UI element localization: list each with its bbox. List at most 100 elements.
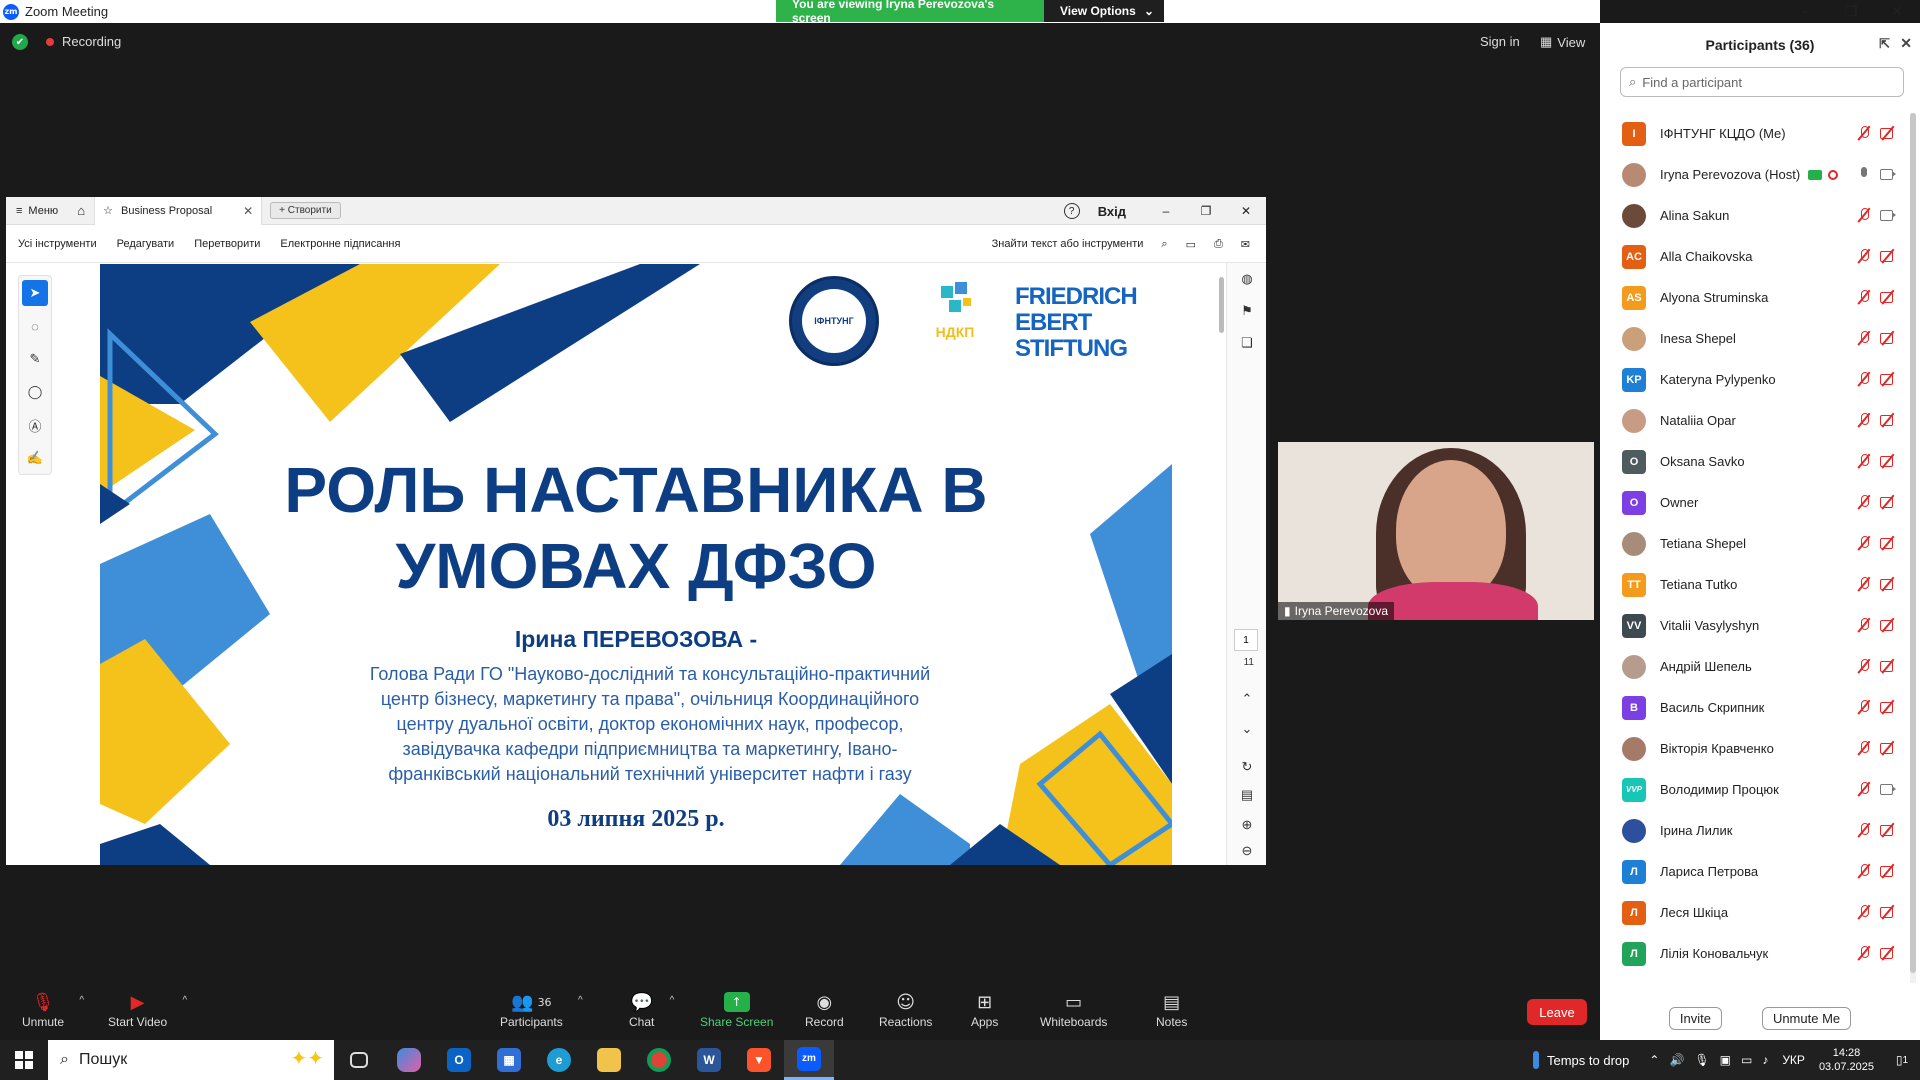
e-sign-menu[interactable]: Електронне підписання <box>268 238 400 250</box>
task-view-icon[interactable] <box>334 1040 384 1080</box>
help-icon[interactable]: ? <box>1063 203 1080 219</box>
maximize-icon[interactable]: ❐ <box>1828 0 1874 23</box>
pop-out-icon[interactable]: ⇱ <box>1879 36 1890 52</box>
save-icon[interactable]: ▭ <box>1186 238 1196 251</box>
select-cursor-icon[interactable]: ➤ <box>22 280 48 306</box>
participant-row[interactable]: KP Kateryna Pylypenko <box>1600 359 1910 400</box>
mail-icon[interactable]: ✉ <box>1241 238 1250 251</box>
text-box-icon[interactable]: Ⓐ <box>22 412 48 438</box>
edge-icon[interactable]: e <box>534 1040 584 1080</box>
pdf-menu-button[interactable]: ≡ Меню <box>6 205 68 217</box>
unmute-caret-icon[interactable]: ^ <box>79 995 84 1006</box>
zoom-out-icon[interactable]: ⊖ <box>1227 835 1266 865</box>
pdf-maximize-icon[interactable]: ❐ <box>1186 204 1226 218</box>
participants-scrollbar[interactable] <box>1910 113 1916 983</box>
edit-menu[interactable]: Редагувати <box>105 238 175 250</box>
create-button[interactable]: + Створити <box>270 202 341 219</box>
chat-caret-icon[interactable]: ^ <box>670 995 675 1006</box>
home-icon[interactable]: ⌂ <box>68 203 94 218</box>
unmute-button[interactable]: 🎙 Unmute ^ <box>22 989 84 1030</box>
notification-icon[interactable]: ▯ 1 <box>1884 1040 1920 1080</box>
participant-row[interactable]: Андрій Шепель <box>1600 646 1910 687</box>
pdf-minimize-icon[interactable]: – <box>1146 204 1186 218</box>
participant-row[interactable]: O Owner <box>1600 482 1910 523</box>
close-panel-icon[interactable]: ✕ <box>1900 35 1912 52</box>
invite-button[interactable]: Invite <box>1668 1006 1722 1030</box>
participants-caret-icon[interactable]: ^ <box>578 995 583 1006</box>
participant-row[interactable]: AS Alyona Struminska <box>1600 277 1910 318</box>
leave-button[interactable]: Leave <box>1527 999 1587 1025</box>
participant-row[interactable]: Л Лариса Петрова <box>1600 851 1910 892</box>
notes-button[interactable]: ▤ Notes <box>1156 989 1187 1030</box>
taskbar-search[interactable]: ⌕ Пошук ✦✦ <box>48 1040 334 1080</box>
close-icon[interactable]: ✕ <box>1874 0 1920 23</box>
clock[interactable]: 14:28 03.07.2025 <box>1819 1046 1874 1074</box>
participant-row[interactable]: В Василь Скрипник <box>1600 687 1910 728</box>
sign-icon[interactable]: ✍ <box>22 445 48 471</box>
participant-row[interactable]: AC Alla Chaikovska <box>1600 236 1910 277</box>
pdf-scrollbar[interactable] <box>1219 277 1224 333</box>
chat-button[interactable]: 💬 Chat ^ <box>629 989 674 1030</box>
view-options-button[interactable]: View Options ⌄ <box>1044 0 1164 22</box>
participant-row[interactable]: Iryna Perevozova (Host) <box>1600 154 1910 195</box>
print-icon[interactable]: ⎙ <box>1214 238 1223 251</box>
brave-icon[interactable]: ▼ <box>734 1040 784 1080</box>
recording-indicator[interactable]: Recording <box>46 34 121 49</box>
unmute-me-button[interactable]: Unmute Me <box>1761 1006 1852 1030</box>
participant-row[interactable]: Л Леся Шкіца <box>1600 892 1910 933</box>
find-tools-search[interactable]: Знайти текст або інструменти <box>992 238 1144 250</box>
all-tools-menu[interactable]: Усі інструменти <box>6 238 97 250</box>
comment-icon[interactable]: ◌ <box>22 313 48 339</box>
participant-row[interactable]: Inesa Shepel <box>1600 318 1910 359</box>
participant-row[interactable]: Ірина Лилик <box>1600 810 1910 851</box>
pdf-document-tab[interactable]: ☆ Business Proposal ✕ <box>94 197 263 225</box>
start-video-button[interactable]: ▶ Start Video ^ <box>108 989 187 1030</box>
participant-row[interactable]: VV Vitalii Vasylyshyn <box>1600 605 1910 646</box>
bookmark-icon[interactable]: ⚑ <box>1227 295 1266 327</box>
comment-panel-icon[interactable]: ◍ <box>1227 263 1266 295</box>
security-shield-icon[interactable]: ✔ <box>12 34 28 50</box>
participant-row[interactable]: І ІФНТУНГ КЦДО (Me) <box>1600 113 1910 154</box>
record-button[interactable]: ◉ Record <box>805 989 844 1030</box>
whiteboards-button[interactable]: ▭ Whiteboards <box>1040 989 1107 1030</box>
start-button[interactable] <box>0 1040 48 1080</box>
close-tab-icon[interactable]: ✕ <box>243 204 253 218</box>
convert-menu[interactable]: Перетворити <box>182 238 260 250</box>
login-button[interactable]: Вхід <box>1098 204 1126 219</box>
search-icon[interactable]: ⌕ <box>1161 238 1167 251</box>
pdf-close-icon[interactable]: ✕ <box>1226 204 1266 218</box>
participant-row[interactable]: VVP Володимир Процюк <box>1600 769 1910 810</box>
scroll-thumb[interactable] <box>1910 113 1916 973</box>
fit-page-icon[interactable]: ▤ <box>1227 779 1266 811</box>
participant-row[interactable]: Nataliia Opar <box>1600 400 1910 441</box>
star-icon[interactable]: ☆ <box>103 204 113 217</box>
speaker-video-tile[interactable]: ▮ Iryna Perevozova <box>1278 442 1594 620</box>
participant-row[interactable]: Л Лілія Коновальчук <box>1600 933 1910 974</box>
chevron-up-icon[interactable]: ⌃ <box>1649 1053 1659 1067</box>
outlook-icon[interactable]: O <box>434 1040 484 1080</box>
participant-row[interactable]: Alina Sakun <box>1600 195 1910 236</box>
participant-row[interactable]: TT Tetiana Tutko <box>1600 564 1910 605</box>
video-caret-icon[interactable]: ^ <box>182 995 187 1006</box>
chrome-icon[interactable] <box>634 1040 684 1080</box>
store-icon[interactable]: ▦ <box>484 1040 534 1080</box>
language-indicator[interactable]: УКР <box>1782 1053 1805 1067</box>
participants-button[interactable]: 👥 36 Participants ^ <box>500 989 583 1030</box>
pages-icon[interactable]: ❏ <box>1227 327 1266 359</box>
mic-icon[interactable]: 🎙 <box>1694 1053 1709 1067</box>
volume-icon[interactable]: 🔊 <box>1669 1053 1684 1067</box>
view-button[interactable]: ▦ View <box>1540 34 1585 50</box>
page-down-icon[interactable]: ⌄ <box>1227 713 1266 745</box>
participant-search-input[interactable]: ⌕ Find a participant <box>1620 67 1904 97</box>
share-screen-button[interactable]: ↑ Share Screen <box>700 989 773 1029</box>
reactions-button[interactable]: ☺ Reactions <box>879 989 932 1030</box>
minimize-icon[interactable]: – <box>1782 0 1828 23</box>
apps-button[interactable]: ⊞ Apps <box>971 989 998 1030</box>
page-number-input[interactable]: 1 <box>1234 629 1258 651</box>
lasso-icon[interactable]: ◯ <box>22 379 48 405</box>
participant-row[interactable]: O Oksana Savko <box>1600 441 1910 482</box>
network-icon[interactable]: ▭ <box>1741 1053 1752 1067</box>
participant-row[interactable]: Tetiana Shepel <box>1600 523 1910 564</box>
sign-in-button[interactable]: Sign in <box>1480 34 1520 49</box>
participant-row[interactable]: Вікторія Кравченко <box>1600 728 1910 769</box>
